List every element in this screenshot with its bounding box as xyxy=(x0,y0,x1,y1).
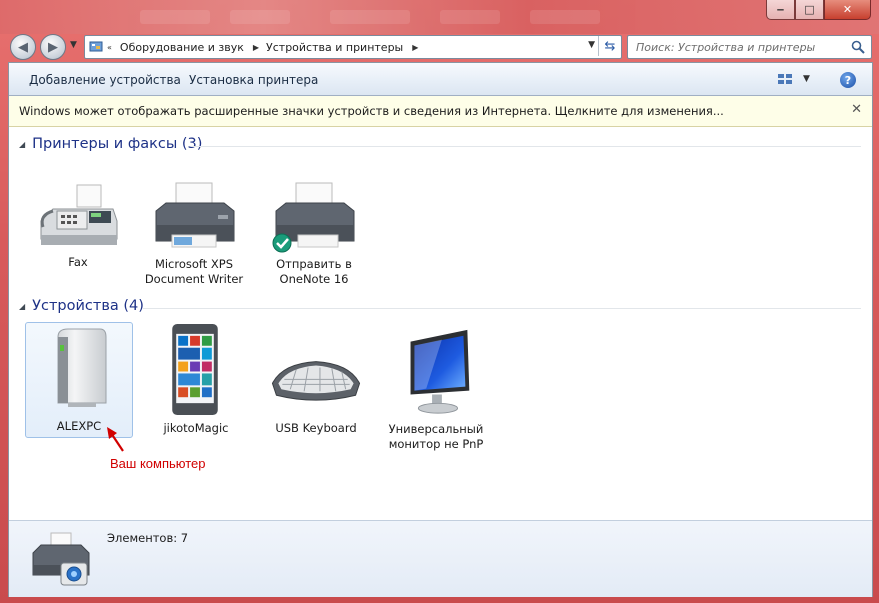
details-pane: Элементов: 7 xyxy=(9,520,872,597)
device-tile-xps-writer[interactable]: Microsoft XPS Document Writer xyxy=(141,181,247,291)
recent-pages-dropdown[interactable]: ▼ xyxy=(70,40,80,50)
window-controls: ‒ □ ✕ xyxy=(766,0,871,20)
group-divider xyxy=(191,146,861,147)
monitor-icon xyxy=(410,329,470,414)
group-divider xyxy=(143,308,861,309)
title-bar-glass xyxy=(140,10,210,24)
breadcrumb-item-devices[interactable]: Устройства и принтеры xyxy=(266,41,403,54)
refresh-button[interactable]: ⇆ xyxy=(598,36,621,56)
annotation-label: Ваш компьютер xyxy=(110,456,206,471)
title-bar[interactable] xyxy=(0,0,879,34)
device-tile-phone[interactable]: jikotoMagic xyxy=(143,322,249,436)
collapse-triangle-icon[interactable]: ◢ xyxy=(19,302,25,311)
device-label: Microsoft XPS Document Writer xyxy=(144,257,244,286)
printer-default-icon xyxy=(272,182,355,253)
keyboard-icon xyxy=(271,361,361,401)
install-printer-button[interactable]: Установка принтера xyxy=(189,73,318,87)
content-area: Добавление устройства Установка принтера… xyxy=(8,62,873,597)
search-box[interactable] xyxy=(627,35,872,59)
info-bar-close-icon[interactable]: ✕ xyxy=(851,102,862,117)
device-tile-fax[interactable]: Fax xyxy=(25,181,131,271)
group-header-printers[interactable]: ◢ Принтеры и факсы (3) xyxy=(19,136,202,152)
breadcrumb-separator-icon[interactable]: ▶ xyxy=(412,43,418,52)
add-device-button[interactable]: Добавление устройства xyxy=(29,73,181,87)
search-input[interactable] xyxy=(634,39,848,55)
command-bar: Добавление устройства Установка принтера… xyxy=(9,63,872,96)
item-count: Элементов: 7 xyxy=(107,531,189,545)
back-button[interactable]: ◀ xyxy=(10,34,36,60)
annotation-arrow-icon xyxy=(107,427,124,452)
search-icon[interactable] xyxy=(851,40,865,54)
device-tile-computer[interactable]: ALEXPC xyxy=(25,322,133,438)
device-tile-onenote[interactable]: Отправить в OneNote 16 xyxy=(261,181,367,291)
forward-button[interactable]: ▶ xyxy=(40,34,66,60)
computer-icon xyxy=(57,328,107,407)
change-view-icon[interactable] xyxy=(777,72,793,86)
address-bar[interactable]: « Оборудование и звук ▶ Устройства и при… xyxy=(84,35,622,59)
group-title-printers: Принтеры и факсы (3) xyxy=(32,136,203,152)
device-label: Отправить в OneNote 16 xyxy=(276,257,352,286)
help-button[interactable]: ? xyxy=(840,72,856,88)
collapse-triangle-icon[interactable]: ◢ xyxy=(19,140,25,149)
group-header-devices[interactable]: ◢ Устройства (4) xyxy=(19,298,144,314)
help-icon: ? xyxy=(844,73,852,87)
minimize-button[interactable]: ‒ xyxy=(766,0,795,20)
devices-and-printers-icon xyxy=(32,532,90,586)
breadcrumb-item-hardware[interactable]: Оборудование и звук xyxy=(120,41,244,54)
title-bar-glass xyxy=(330,10,410,24)
printer-icon xyxy=(155,182,235,248)
device-label: ALEXPC xyxy=(56,419,102,433)
phone-icon xyxy=(172,323,218,416)
control-panel-icon xyxy=(89,41,103,52)
breadcrumb-root-chevron[interactable]: « xyxy=(107,43,112,52)
back-arrow-icon: ◀ xyxy=(18,39,28,55)
navigation-bar: ◀ ▶ ▼ « Оборудование и звук ▶ Устройства… xyxy=(8,32,872,60)
device-label: jikotoMagic xyxy=(163,421,229,435)
device-tile-monitor[interactable]: Универсальный монитор не PnP xyxy=(383,322,489,452)
maximize-button[interactable]: □ xyxy=(795,0,824,20)
device-label: Универсальный монитор не PnP xyxy=(388,422,484,451)
device-label: USB Keyboard xyxy=(275,421,357,435)
window-frame: ‒ □ ✕ ◀ ▶ ▼ « Оборудование и звук ▶ Устр… xyxy=(0,0,879,603)
device-label: Fax xyxy=(68,255,88,269)
device-tile-keyboard[interactable]: USB Keyboard xyxy=(263,322,369,436)
breadcrumb-separator-icon[interactable]: ▶ xyxy=(253,43,259,52)
close-button[interactable]: ✕ xyxy=(824,0,871,20)
refresh-icon: ⇆ xyxy=(604,38,616,54)
title-bar-glass xyxy=(230,10,290,24)
forward-arrow-icon: ▶ xyxy=(48,39,58,55)
title-bar-glass xyxy=(440,10,500,24)
group-title-devices: Устройства (4) xyxy=(32,298,144,314)
info-bar-text[interactable]: Windows может отображать расширенные зна… xyxy=(19,104,724,118)
info-bar[interactable]: Windows может отображать расширенные зна… xyxy=(9,96,872,127)
title-bar-glass xyxy=(530,10,600,24)
breadcrumb: Оборудование и звук ▶ Устройства и принт… xyxy=(120,41,420,54)
view-dropdown-icon[interactable]: ▼ xyxy=(803,74,810,84)
address-dropdown-icon[interactable]: ▼ xyxy=(588,40,595,50)
fax-icon xyxy=(40,184,118,245)
